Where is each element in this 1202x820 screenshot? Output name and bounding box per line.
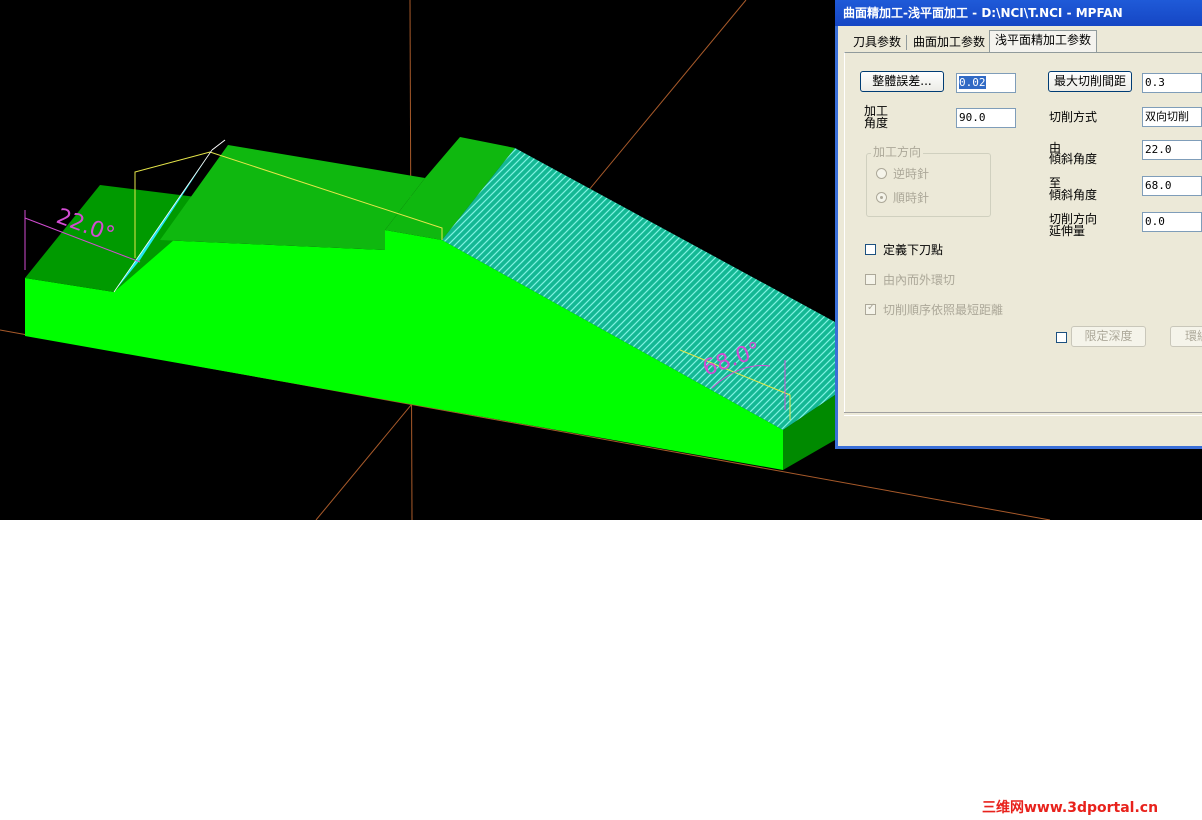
part-solid[interactable] bbox=[25, 137, 835, 470]
direction-group-title: 加工方向 bbox=[871, 145, 924, 159]
partial-button[interactable]: 環繞 bbox=[1170, 326, 1202, 347]
cut-method-label: 切削方式 bbox=[1049, 110, 1098, 124]
extension-label-line2: 延伸量 bbox=[1049, 224, 1086, 238]
define-plunge-label: 定義下刀點 bbox=[883, 243, 944, 257]
ccw-label: 逆時針 bbox=[893, 167, 930, 181]
tab-separator bbox=[906, 35, 907, 50]
dialog-title[interactable]: 曲面精加工-浅平面加工 - D:\NCI\T.NCI - MPFAN bbox=[835, 0, 1202, 26]
order-shortest-label: 切削順序依照最短距離 bbox=[883, 303, 1004, 317]
edge-line bbox=[211, 139, 226, 151]
order-shortest-checkbox[interactable]: ✓ bbox=[865, 302, 876, 315]
tab-surface-parameters[interactable]: 曲面加工参数 bbox=[908, 33, 990, 52]
cw-label: 順時針 bbox=[893, 191, 930, 205]
tolerance-value: 0.02 bbox=[959, 76, 986, 89]
tab-tool-parameters[interactable]: 刀具参数 bbox=[848, 33, 906, 52]
extension-field[interactable]: 0.0 bbox=[1142, 212, 1202, 232]
direction-groupbox bbox=[866, 153, 991, 217]
limit-depth-checkbox[interactable] bbox=[1056, 332, 1067, 343]
cut-method-select[interactable]: 双向切削 bbox=[1142, 107, 1202, 127]
angle-label-line2: 角度 bbox=[864, 116, 889, 130]
angle-field[interactable]: 90.0 bbox=[956, 108, 1016, 128]
max-stepover-button[interactable]: 最大切削間距 bbox=[1048, 71, 1132, 92]
tolerance-field[interactable]: 0.02 bbox=[956, 73, 1016, 93]
to-label-line2: 傾斜角度 bbox=[1049, 188, 1098, 202]
dialog-body: 刀具参数 曲面加工参数 浅平面精加工参数 整體誤差... 0.02 加工 角度 … bbox=[838, 26, 1202, 446]
parameters-dialog: 曲面精加工-浅平面加工 - D:\NCI\T.NCI - MPFAN 刀具参数 … bbox=[835, 0, 1202, 449]
to-angle-field[interactable]: 68.0 bbox=[1142, 176, 1202, 196]
tab-shallow-finish-parameters[interactable]: 浅平面精加工参数 bbox=[989, 30, 1098, 53]
tolerance-button[interactable]: 整體誤差... bbox=[860, 71, 944, 92]
watermark-text: 三维网www.3dportal.cn bbox=[982, 800, 1159, 816]
inside-out-label: 由內而外環切 bbox=[883, 273, 956, 287]
define-plunge-checkbox[interactable] bbox=[865, 244, 876, 255]
limit-depth-button[interactable]: 限定深度 bbox=[1071, 326, 1146, 347]
radio-dot bbox=[880, 196, 883, 199]
cw-radio[interactable] bbox=[876, 192, 887, 203]
dialog-separator bbox=[844, 412, 1202, 416]
ccw-radio[interactable] bbox=[876, 168, 887, 179]
max-stepover-field[interactable]: 0.3 bbox=[1142, 73, 1202, 93]
tab-panel bbox=[844, 52, 1202, 412]
inside-out-checkbox[interactable] bbox=[865, 274, 876, 285]
from-angle-field[interactable]: 22.0 bbox=[1142, 140, 1202, 160]
from-label-line2: 傾斜角度 bbox=[1049, 152, 1098, 166]
